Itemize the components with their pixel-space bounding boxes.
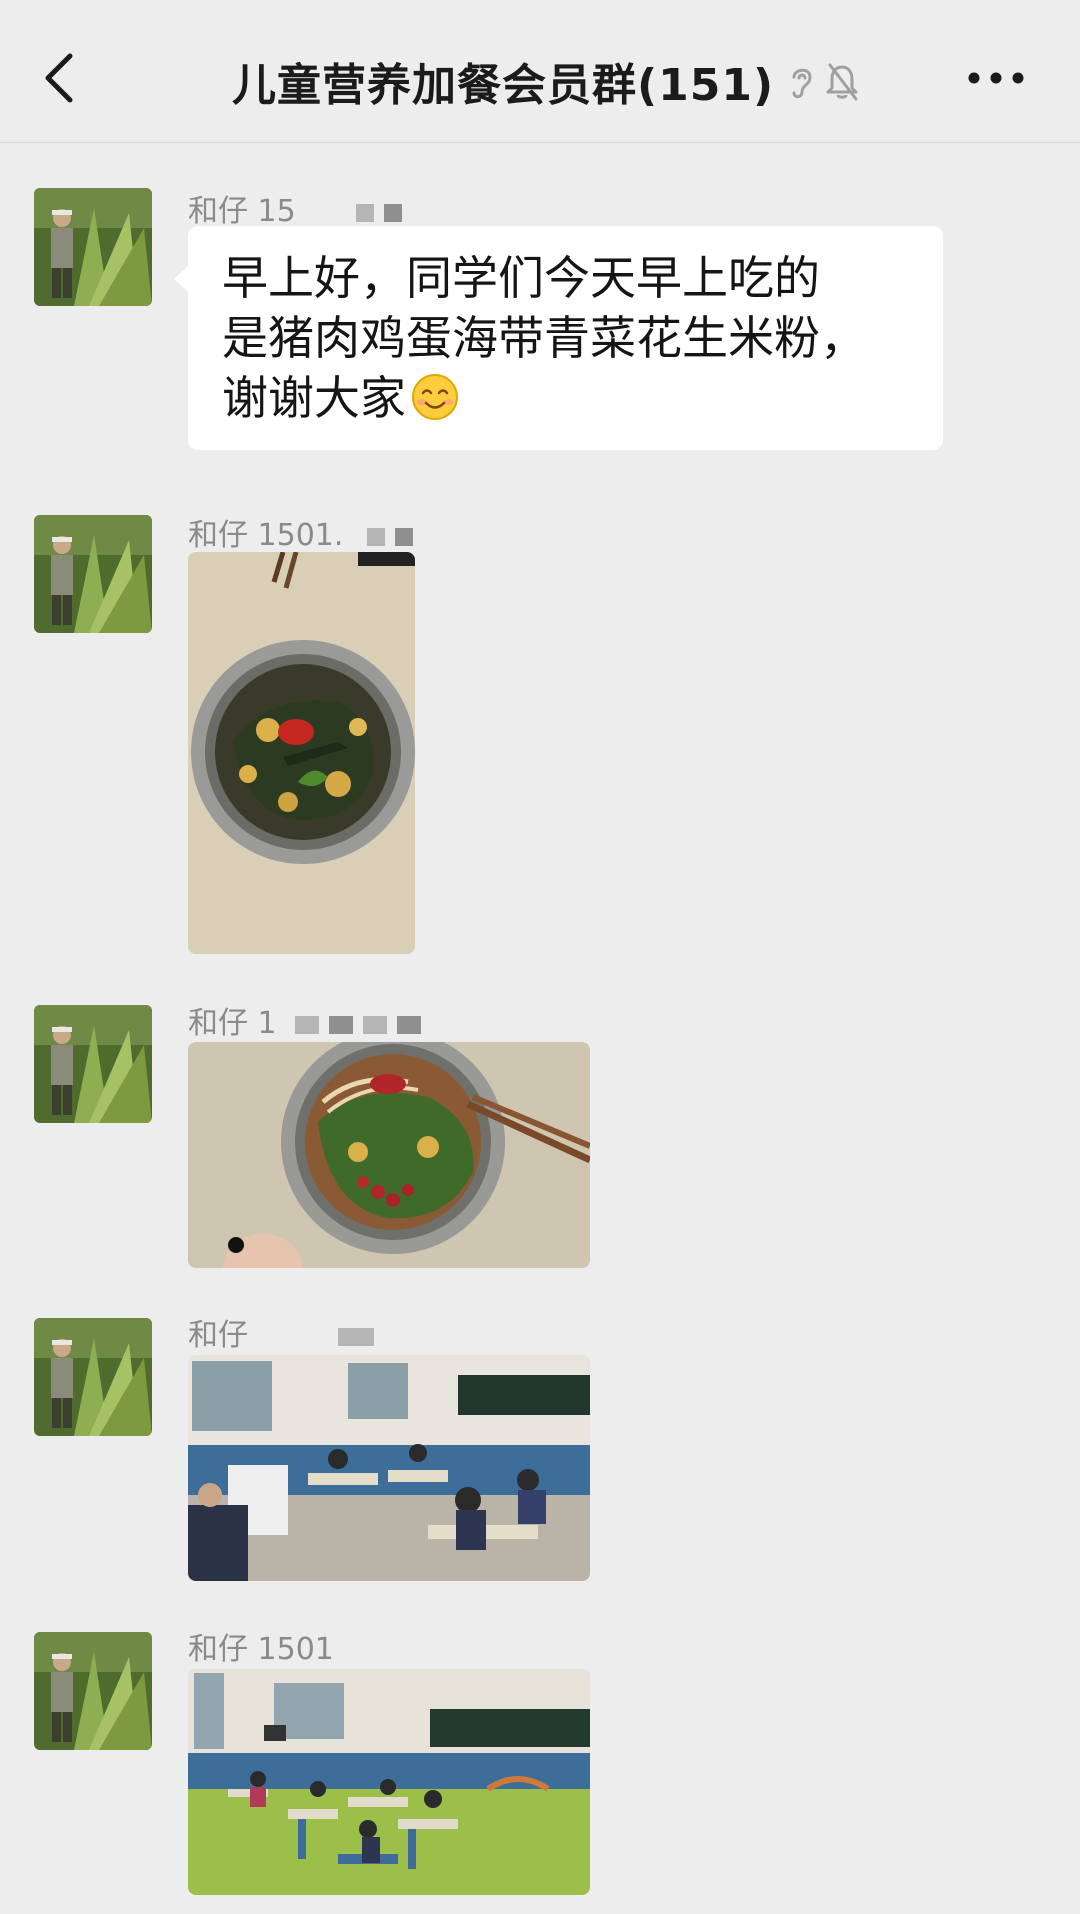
image-message[interactable] [188,1355,590,1581]
mosaic-blur [355,203,374,222]
sender-name: 和仔 15 [188,186,402,230]
mosaic-blur [396,1015,421,1034]
message-line: 早上好，同学们今天早上吃的 [222,251,820,305]
noodles-with-chopsticks-photo [188,1042,590,1268]
image-message[interactable] [188,1669,590,1895]
mosaic-blur [395,527,414,546]
mosaic-blur [294,1015,319,1034]
avatar[interactable] [34,1632,152,1750]
classroom-photo-2 [188,1669,590,1895]
back-button[interactable] [40,48,90,108]
classroom-photo [188,1355,590,1581]
sender-name: 和仔 1501 [188,1632,334,1667]
avatar[interactable] [34,188,152,306]
sender-name: 和仔 [188,1310,374,1354]
chat-title: 儿童营养加餐会员群(151) [232,60,775,111]
text-message-bubble[interactable]: 早上好，同学们今天早上吃的 是猪肉鸡蛋海带青菜花生米粉， 谢谢大家 [174,226,943,450]
sender-name: 和仔 1501. [188,510,414,554]
chevron-left-icon [45,53,73,103]
bowl-of-noodles-photo [188,552,415,954]
avatar[interactable] [34,1318,152,1436]
mosaic-blur [383,203,402,222]
mosaic-blur [328,1015,353,1034]
more-dots-icon [968,72,1024,84]
more-options-button[interactable] [966,60,1026,96]
message-line: 是猪肉鸡蛋海带青菜花生米粉， [222,311,866,365]
mosaic-blur [367,527,386,546]
image-message[interactable] [188,552,415,954]
image-message[interactable] [188,1042,590,1268]
top-bar: 儿童营养加餐会员群(151) [0,0,1080,143]
bell-muted-icon [826,63,858,101]
avatar[interactable] [34,515,152,633]
avatar[interactable] [34,1005,152,1123]
mosaic-blur [362,1015,387,1034]
smiling-face-icon [412,374,458,420]
message-line: 谢谢大家 [222,368,909,428]
ear-icon [792,68,812,99]
chat-title-area[interactable]: 儿童营养加餐会员群(151) [232,48,860,114]
mosaic-blur [338,1327,374,1346]
sender-name: 和仔 1 [188,998,421,1042]
